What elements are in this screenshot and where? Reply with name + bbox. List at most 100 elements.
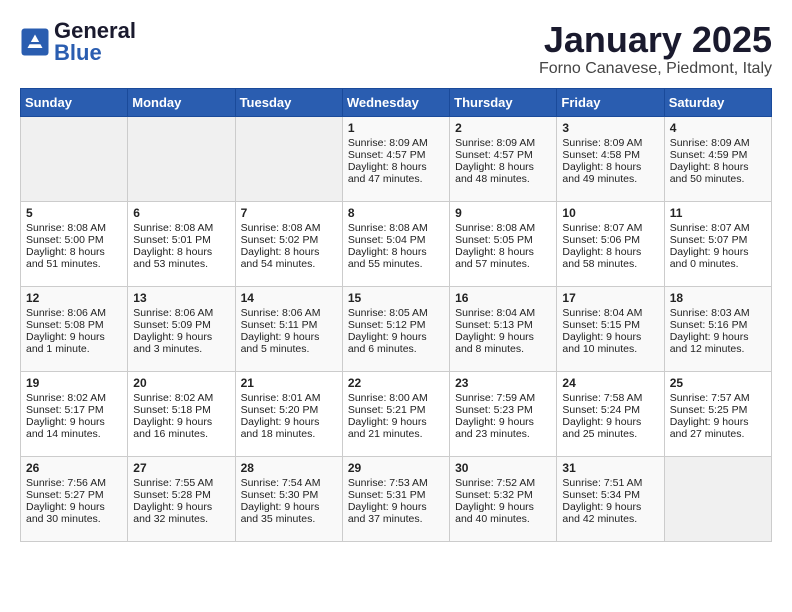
calendar-cell: 12Sunrise: 8:06 AMSunset: 5:08 PMDayligh… xyxy=(21,286,128,371)
day-info-line: Daylight: 9 hours and 40 minutes. xyxy=(455,501,551,525)
day-of-week-header: Thursday xyxy=(450,88,557,116)
day-info-line: Sunrise: 8:07 AM xyxy=(562,222,658,234)
day-info-line: Sunrise: 8:08 AM xyxy=(348,222,444,234)
day-info-line: Sunrise: 8:05 AM xyxy=(348,307,444,319)
day-info-line: Sunset: 5:11 PM xyxy=(241,319,337,331)
day-number: 17 xyxy=(562,291,658,305)
day-info-line: Sunset: 5:18 PM xyxy=(133,404,229,416)
day-number: 11 xyxy=(670,206,766,220)
calendar-cell: 23Sunrise: 7:59 AMSunset: 5:23 PMDayligh… xyxy=(450,371,557,456)
calendar-cell: 8Sunrise: 8:08 AMSunset: 5:04 PMDaylight… xyxy=(342,201,449,286)
calendar-cell xyxy=(235,116,342,201)
day-info-line: Daylight: 9 hours and 14 minutes. xyxy=(26,416,122,440)
day-info-line: Daylight: 9 hours and 32 minutes. xyxy=(133,501,229,525)
day-info-line: Sunrise: 8:04 AM xyxy=(455,307,551,319)
day-info-line: Sunrise: 8:09 AM xyxy=(455,137,551,149)
calendar-cell: 26Sunrise: 7:56 AMSunset: 5:27 PMDayligh… xyxy=(21,456,128,541)
day-info-line: Sunrise: 8:09 AM xyxy=(562,137,658,149)
day-info-line: Daylight: 8 hours and 51 minutes. xyxy=(26,246,122,270)
calendar-cell: 2Sunrise: 8:09 AMSunset: 4:57 PMDaylight… xyxy=(450,116,557,201)
day-info-line: Sunrise: 8:01 AM xyxy=(241,392,337,404)
day-number: 13 xyxy=(133,291,229,305)
day-number: 19 xyxy=(26,376,122,390)
day-info-line: Sunrise: 7:57 AM xyxy=(670,392,766,404)
day-info-line: Sunset: 4:59 PM xyxy=(670,149,766,161)
day-info-line: Daylight: 8 hours and 57 minutes. xyxy=(455,246,551,270)
day-info-line: Daylight: 9 hours and 35 minutes. xyxy=(241,501,337,525)
calendar-cell: 31Sunrise: 7:51 AMSunset: 5:34 PMDayligh… xyxy=(557,456,664,541)
day-info-line: Sunset: 5:02 PM xyxy=(241,234,337,246)
day-number: 14 xyxy=(241,291,337,305)
day-number: 23 xyxy=(455,376,551,390)
calendar-week-row: 26Sunrise: 7:56 AMSunset: 5:27 PMDayligh… xyxy=(21,456,772,541)
day-info-line: Sunset: 4:57 PM xyxy=(348,149,444,161)
calendar-subtitle: Forno Canavese, Piedmont, Italy xyxy=(539,60,772,78)
day-info-line: Daylight: 8 hours and 55 minutes. xyxy=(348,246,444,270)
day-info-line: Daylight: 9 hours and 12 minutes. xyxy=(670,331,766,355)
day-info-line: Sunrise: 8:08 AM xyxy=(26,222,122,234)
day-info-line: Sunrise: 7:59 AM xyxy=(455,392,551,404)
day-info-line: Sunrise: 8:08 AM xyxy=(133,222,229,234)
day-info-line: Sunset: 5:08 PM xyxy=(26,319,122,331)
day-info-line: Sunrise: 8:06 AM xyxy=(133,307,229,319)
calendar-cell: 17Sunrise: 8:04 AMSunset: 5:15 PMDayligh… xyxy=(557,286,664,371)
day-info-line: Daylight: 8 hours and 48 minutes. xyxy=(455,161,551,185)
day-info-line: Sunrise: 8:07 AM xyxy=(670,222,766,234)
calendar-cell: 6Sunrise: 8:08 AMSunset: 5:01 PMDaylight… xyxy=(128,201,235,286)
title-block: January 2025 Forno Canavese, Piedmont, I… xyxy=(539,20,772,78)
day-info-line: Sunrise: 8:08 AM xyxy=(455,222,551,234)
day-info-line: Sunrise: 8:04 AM xyxy=(562,307,658,319)
day-info-line: Sunset: 5:04 PM xyxy=(348,234,444,246)
calendar-cell: 15Sunrise: 8:05 AMSunset: 5:12 PMDayligh… xyxy=(342,286,449,371)
day-info-line: Sunrise: 7:55 AM xyxy=(133,477,229,489)
day-info-line: Sunrise: 7:52 AM xyxy=(455,477,551,489)
day-info-line: Sunrise: 7:56 AM xyxy=(26,477,122,489)
calendar-title: January 2025 xyxy=(539,20,772,60)
calendar-cell: 9Sunrise: 8:08 AMSunset: 5:05 PMDaylight… xyxy=(450,201,557,286)
calendar-week-row: 1Sunrise: 8:09 AMSunset: 4:57 PMDaylight… xyxy=(21,116,772,201)
day-number: 15 xyxy=(348,291,444,305)
day-number: 27 xyxy=(133,461,229,475)
day-info-line: Sunrise: 8:00 AM xyxy=(348,392,444,404)
calendar-week-row: 19Sunrise: 8:02 AMSunset: 5:17 PMDayligh… xyxy=(21,371,772,456)
day-number: 1 xyxy=(348,121,444,135)
calendar-cell: 14Sunrise: 8:06 AMSunset: 5:11 PMDayligh… xyxy=(235,286,342,371)
day-info-line: Sunset: 5:05 PM xyxy=(455,234,551,246)
day-info-line: Sunset: 5:06 PM xyxy=(562,234,658,246)
day-info-line: Sunset: 5:20 PM xyxy=(241,404,337,416)
calendar-cell xyxy=(21,116,128,201)
day-info-line: Sunrise: 7:51 AM xyxy=(562,477,658,489)
day-info-line: Sunset: 5:13 PM xyxy=(455,319,551,331)
calendar-cell: 18Sunrise: 8:03 AMSunset: 5:16 PMDayligh… xyxy=(664,286,771,371)
page-header: General Blue January 2025 Forno Canavese… xyxy=(20,20,772,78)
calendar-cell: 28Sunrise: 7:54 AMSunset: 5:30 PMDayligh… xyxy=(235,456,342,541)
calendar-header-row: SundayMondayTuesdayWednesdayThursdayFrid… xyxy=(21,88,772,116)
day-info-line: Sunset: 5:07 PM xyxy=(670,234,766,246)
day-info-line: Daylight: 8 hours and 58 minutes. xyxy=(562,246,658,270)
day-number: 5 xyxy=(26,206,122,220)
calendar-cell: 27Sunrise: 7:55 AMSunset: 5:28 PMDayligh… xyxy=(128,456,235,541)
day-info-line: Sunset: 5:21 PM xyxy=(348,404,444,416)
calendar-cell: 20Sunrise: 8:02 AMSunset: 5:18 PMDayligh… xyxy=(128,371,235,456)
day-info-line: Sunrise: 7:53 AM xyxy=(348,477,444,489)
day-info-line: Sunset: 5:09 PM xyxy=(133,319,229,331)
day-of-week-header: Wednesday xyxy=(342,88,449,116)
day-info-line: Daylight: 9 hours and 6 minutes. xyxy=(348,331,444,355)
day-info-line: Daylight: 9 hours and 1 minute. xyxy=(26,331,122,355)
day-info-line: Sunset: 5:17 PM xyxy=(26,404,122,416)
day-number: 20 xyxy=(133,376,229,390)
day-info-line: Daylight: 8 hours and 49 minutes. xyxy=(562,161,658,185)
calendar-cell: 5 Sunrise: 8:08 AMSunset: 5:00 PMDaylight… xyxy=(21,201,128,286)
day-info-line: Sunset: 4:57 PM xyxy=(455,149,551,161)
day-info-line: Sunrise: 8:06 AM xyxy=(26,307,122,319)
calendar-cell: 1Sunrise: 8:09 AMSunset: 4:57 PMDaylight… xyxy=(342,116,449,201)
calendar-cell xyxy=(128,116,235,201)
day-number: 26 xyxy=(26,461,122,475)
calendar-cell: 24Sunrise: 7:58 AMSunset: 5:24 PMDayligh… xyxy=(557,371,664,456)
day-info-line: Sunset: 5:31 PM xyxy=(348,489,444,501)
day-info-line: Sunset: 5:25 PM xyxy=(670,404,766,416)
day-of-week-header: Sunday xyxy=(21,88,128,116)
day-info-line: Sunset: 5:00 PM xyxy=(26,234,122,246)
calendar-cell: 3Sunrise: 8:09 AMSunset: 4:58 PMDaylight… xyxy=(557,116,664,201)
calendar-week-row: 5Sunrise: 8:08 AMSunset: 5:00 PMDaylight… xyxy=(21,201,772,286)
